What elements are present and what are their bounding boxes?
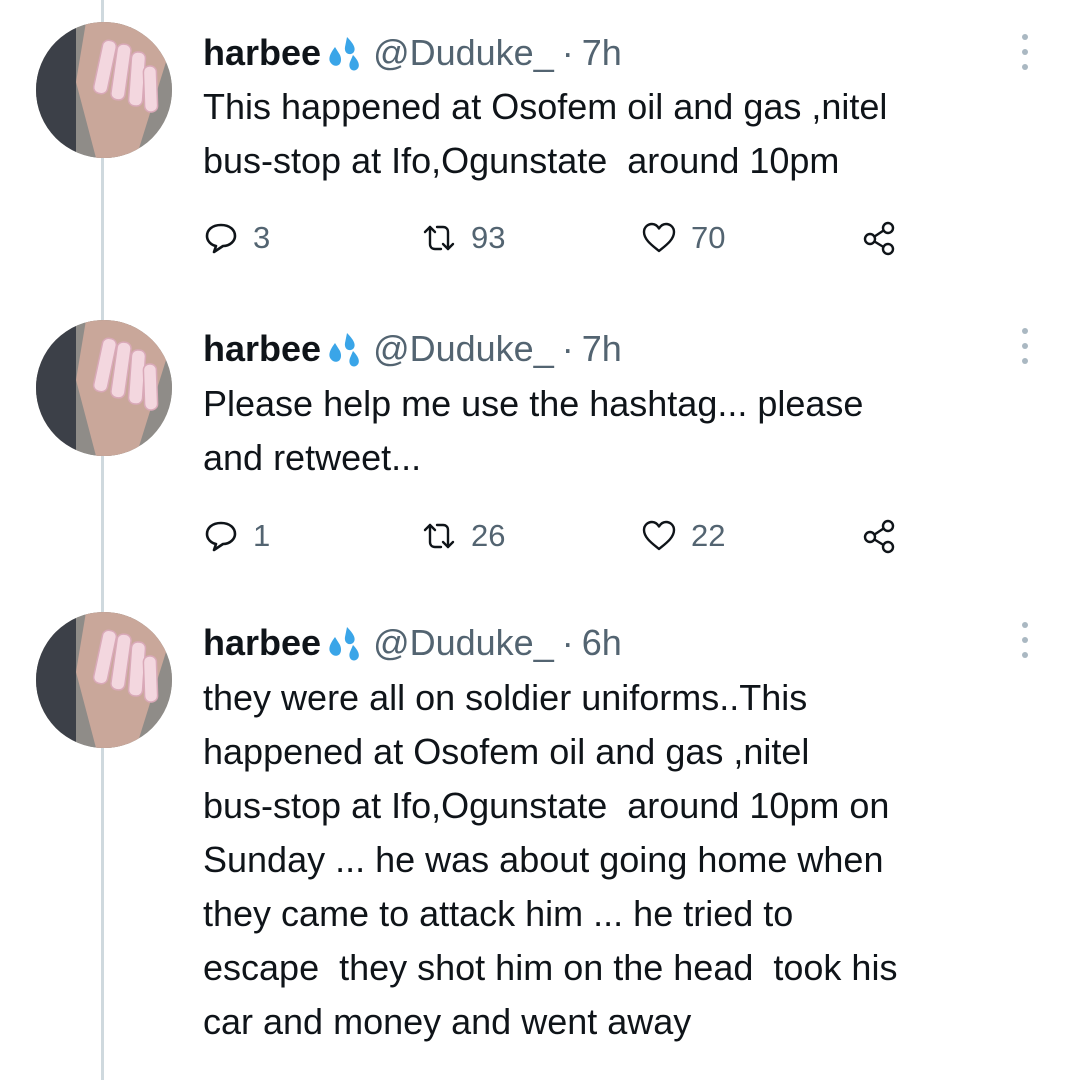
more-options-icon[interactable] (1016, 328, 1034, 364)
separator-dot: · (561, 622, 574, 663)
retweet-count: 26 (471, 518, 506, 553)
user-handle[interactable]: @Duduke_ (373, 618, 554, 668)
separator-dot: · (561, 32, 574, 73)
user-handle[interactable]: @Duduke_ (373, 324, 554, 374)
user-handle[interactable]: @Duduke_ (373, 28, 554, 78)
tweet-text: Please help me use the hashtag... please… (203, 383, 864, 478)
reply-button[interactable]: 1 (203, 516, 270, 556)
like-count: 22 (691, 518, 726, 553)
reply-count: 3 (253, 220, 271, 255)
timestamp[interactable]: 6h (582, 618, 622, 668)
reply-count: 1 (253, 518, 271, 553)
sweat-droplets-emoji-icon (323, 623, 367, 663)
reply-icon (205, 521, 237, 552)
retweet-icon (423, 225, 455, 251)
more-options-icon[interactable] (1016, 34, 1034, 70)
sweat-droplets-emoji-icon (323, 329, 367, 369)
share-button[interactable] (861, 218, 897, 258)
retweet-count: 93 (471, 220, 506, 255)
tweet-text: they were all on soldier uniforms..This … (203, 677, 898, 1042)
retweet-icon (423, 523, 455, 549)
tweet-text: This happened at Osofem oil and gas ,nit… (203, 86, 888, 181)
retweet-button[interactable]: 26 (421, 516, 505, 556)
tweet-header: harbee @Duduke_ · 7h (203, 324, 622, 374)
heart-icon (642, 520, 676, 551)
heart-icon (642, 222, 676, 253)
avatar[interactable] (36, 22, 172, 158)
display-name[interactable]: harbee (203, 618, 321, 668)
avatar[interactable] (36, 320, 172, 456)
share-button[interactable] (861, 516, 897, 556)
tweet-header: harbee @Duduke_ · 7h (203, 28, 622, 78)
thread-connector-line (101, 0, 104, 1080)
more-options-icon[interactable] (1016, 622, 1034, 658)
display-name[interactable]: harbee (203, 324, 321, 374)
avatar[interactable] (36, 612, 172, 748)
sweat-droplets-emoji-icon (323, 33, 367, 73)
share-icon (863, 519, 895, 554)
separator-dot: · (561, 328, 574, 369)
timestamp[interactable]: 7h (582, 324, 622, 374)
like-count: 70 (691, 220, 726, 255)
retweet-button[interactable]: 93 (421, 218, 505, 258)
reply-icon (205, 223, 237, 254)
reply-button[interactable]: 3 (203, 218, 270, 258)
display-name[interactable]: harbee (203, 28, 321, 78)
share-icon (863, 221, 895, 256)
tweet-header: harbee @Duduke_ · 6h (203, 618, 622, 668)
timestamp[interactable]: 7h (582, 28, 622, 78)
like-button[interactable]: 22 (641, 516, 725, 556)
like-button[interactable]: 70 (641, 218, 725, 258)
